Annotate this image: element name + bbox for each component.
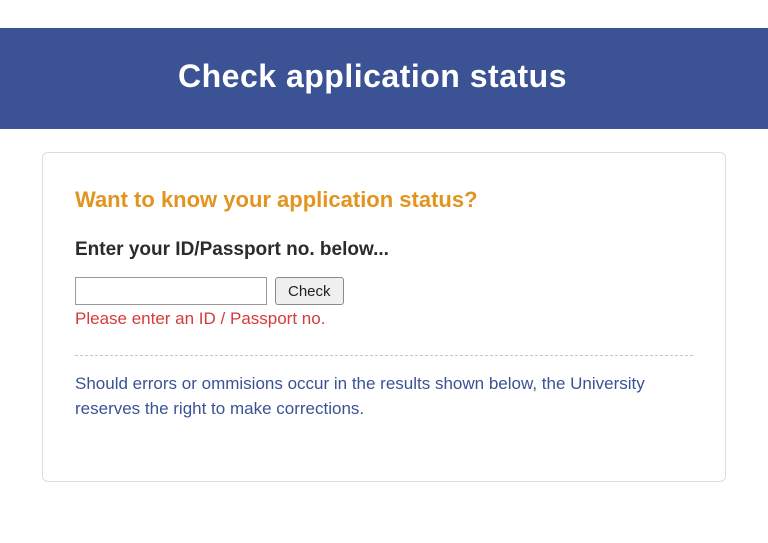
check-button[interactable]: Check — [275, 277, 344, 305]
id-passport-input[interactable] — [75, 277, 267, 305]
header-bar: Check application status — [0, 28, 768, 129]
page-title: Check application status — [0, 58, 768, 95]
disclaimer-text: Should errors or ommisions occur in the … — [75, 372, 693, 421]
divider — [75, 355, 693, 356]
card-subtitle: Want to know your application status? — [75, 187, 693, 213]
status-card: Want to know your application status? En… — [42, 152, 726, 482]
input-row: Check — [75, 277, 693, 305]
error-message: Please enter an ID / Passport no. — [75, 309, 693, 329]
input-instruction: Enter your ID/Passport no. below... — [75, 239, 693, 261]
